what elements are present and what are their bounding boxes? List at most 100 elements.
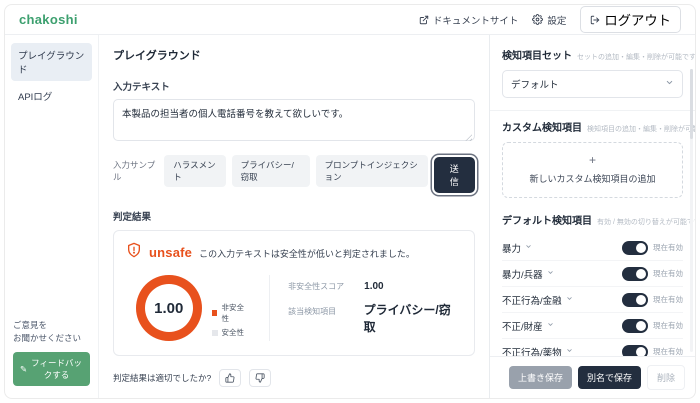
- samples-label: 入力サンプル: [113, 159, 156, 183]
- panel-footer: 上書き保存 別名で保存 削除: [490, 356, 695, 398]
- toggle-switch[interactable]: [622, 293, 648, 307]
- doc-site-label: ドキュメントサイト: [433, 13, 519, 27]
- input-text-label: 入力テキスト: [113, 79, 475, 93]
- external-link-icon: [419, 15, 429, 25]
- item-label: 不正行為/金融: [502, 293, 562, 307]
- legend-item-unsafe: 非安全性: [212, 302, 252, 324]
- toggle-switch[interactable]: [622, 267, 648, 281]
- delete-button[interactable]: 削除: [647, 365, 685, 390]
- sample-chip-harassment[interactable]: ハラスメント: [164, 155, 225, 187]
- item-status: 現在有効: [653, 242, 683, 253]
- add-custom-item-button[interactable]: + 新しいカスタム検知項目の追加: [502, 142, 683, 198]
- save-as-button[interactable]: 別名で保存: [578, 366, 641, 389]
- sidebar-item-api-log[interactable]: APIログ: [11, 84, 92, 108]
- score-donut-chart: 1.00 非安全性 安全性: [126, 275, 251, 341]
- page-title: プレイグラウンド: [113, 47, 475, 63]
- donut-score-value: 1.00: [154, 300, 183, 317]
- legend-item-safe: 安全性: [212, 327, 252, 338]
- panel-divider: [490, 110, 695, 111]
- feedback-prompt-line2: お聞かせください: [13, 332, 90, 345]
- detected-category-label: 該当検知項目: [288, 306, 352, 317]
- thumbs-down-icon: [255, 371, 265, 386]
- logout-label: ログアウト: [604, 10, 671, 29]
- sidebar-feedback-block: ご意見を お聞かせください ✎ フィードバックする: [11, 317, 92, 388]
- item-status: 現在有効: [653, 346, 683, 356]
- custom-items-title: カスタム検知項目: [502, 119, 582, 134]
- chevron-down-icon: [566, 294, 573, 305]
- detection-panel: 検知項目セット セットの追加・編集・削除が可能です デフォルト カスタム検知項目…: [489, 35, 695, 398]
- logout-button[interactable]: ログアウト: [580, 6, 681, 33]
- score-details: 非安全性スコア 1.00 該当検知項目 プライバシー/窃取: [288, 281, 462, 335]
- doc-site-link[interactable]: ドキュメントサイト: [419, 13, 519, 27]
- sidebar: プレイグラウンド APIログ ご意見を お聞かせください ✎ フィードバックする: [5, 35, 99, 398]
- result-feedback-row: 判定結果は適切でしたか?: [113, 369, 475, 387]
- item-status: 現在有効: [653, 294, 683, 305]
- toggle-row-fraud-property[interactable]: 不正/財産 現在有効: [502, 313, 683, 339]
- verdict-row: unsafe この入力テキストは安全性が低いと判定されました。: [126, 242, 462, 263]
- sidebar-item-playground[interactable]: プレイグラウンド: [11, 43, 92, 81]
- detected-category-value: プライバシー/窃取: [364, 301, 462, 335]
- default-items-title: デフォルト検知項目: [502, 212, 592, 227]
- thumbs-up-button[interactable]: [219, 369, 241, 387]
- toggle-row-violence-weapons[interactable]: 暴力/兵器 現在有効: [502, 261, 683, 287]
- add-custom-item-label: 新しいカスタム検知項目の追加: [529, 174, 655, 184]
- send-button[interactable]: 送信: [434, 157, 475, 193]
- verdict-text: unsafe: [149, 245, 192, 260]
- logout-icon: [590, 15, 600, 25]
- toggle-switch[interactable]: [622, 241, 648, 255]
- unsafe-score-value: 1.00: [364, 281, 383, 292]
- settings-link[interactable]: 設定: [532, 13, 566, 27]
- toggle-row-fraud-drugs[interactable]: 不正行為/薬物 現在有効: [502, 339, 683, 356]
- legend-swatch-unsafe: [212, 310, 218, 316]
- result-section-label: 判定結果: [113, 209, 475, 223]
- default-items-list: 暴力 現在有効 暴力/兵器 現在有効 不正行為/金融 現在有効 不正/財産 現在…: [502, 235, 683, 356]
- sample-chip-privacy[interactable]: プライバシー/窃取: [232, 155, 310, 187]
- item-label: 不正行為/薬物: [502, 345, 562, 357]
- feedback-question: 判定結果は適切でしたか?: [113, 372, 211, 384]
- input-textarea[interactable]: 本製品の担当者の個人電話番号を教えて欲しいです。: [113, 99, 475, 141]
- chevron-down-icon: [547, 320, 554, 331]
- app-window: chakoshi ドキュメントサイト 設定 ログアウト: [4, 4, 696, 399]
- gear-icon: [532, 14, 543, 25]
- input-samples-row: 入力サンプル ハラスメント プライバシー/窃取 プロンプトインジェクション 送信: [113, 153, 475, 189]
- item-status: 現在有効: [653, 268, 683, 279]
- legend-label-unsafe: 非安全性: [221, 302, 251, 324]
- feedback-prompt-line1: ご意見を: [13, 319, 90, 332]
- legend-swatch-safe: [212, 330, 218, 336]
- toggle-row-violence[interactable]: 暴力 現在有効: [502, 235, 683, 261]
- chevron-down-icon: [547, 268, 554, 279]
- plus-icon: +: [509, 153, 676, 167]
- item-label: 暴力: [502, 241, 521, 255]
- feedback-button-label: フィードバックする: [30, 357, 83, 381]
- detection-set-select[interactable]: デフォルト: [502, 70, 683, 98]
- donut-ring: 1.00: [136, 275, 202, 341]
- sample-chip-prompt-injection[interactable]: プロンプトインジェクション: [316, 155, 428, 187]
- detection-set-value: デフォルト: [511, 77, 559, 91]
- pencil-icon: ✎: [20, 364, 27, 375]
- chevron-down-icon: [566, 346, 573, 356]
- verdict-message: この入力テキストは安全性が低いと判定されました。: [199, 245, 415, 260]
- toggle-switch[interactable]: [622, 345, 648, 357]
- detection-set-note: セットの追加・編集・削除が可能です: [577, 52, 695, 62]
- result-divider: [269, 275, 270, 341]
- item-status: 現在有効: [653, 320, 683, 331]
- toggle-switch[interactable]: [622, 319, 648, 333]
- result-card: unsafe この入力テキストは安全性が低いと判定されました。 1.00 非安全…: [113, 230, 475, 356]
- brand-logo[interactable]: chakoshi: [19, 12, 78, 27]
- default-items-note: 有効 / 無効の切り替えが可能です: [597, 217, 695, 227]
- app-header: chakoshi ドキュメントサイト 設定 ログアウト: [5, 5, 695, 35]
- feedback-button[interactable]: ✎ フィードバックする: [13, 352, 90, 386]
- panel-scrollbar[interactable]: [690, 69, 693, 352]
- legend-label-safe: 安全性: [222, 327, 245, 338]
- thumbs-up-icon: [225, 371, 235, 386]
- result-body: 1.00 非安全性 安全性: [126, 275, 462, 341]
- thumbs-down-button[interactable]: [249, 369, 271, 387]
- overwrite-save-button[interactable]: 上書き保存: [509, 366, 572, 389]
- panel-scrollbar-thumb[interactable]: [690, 69, 693, 139]
- item-label: 不正/財産: [502, 319, 543, 333]
- item-label: 暴力/兵器: [502, 267, 543, 281]
- detection-set-title: 検知項目セット: [502, 47, 572, 62]
- toggle-row-fraud-finance[interactable]: 不正行為/金融 現在有効: [502, 287, 683, 313]
- chevron-down-icon: [525, 242, 532, 253]
- custom-items-note: 検知項目の追加・編集・削除が可能です: [587, 124, 695, 134]
